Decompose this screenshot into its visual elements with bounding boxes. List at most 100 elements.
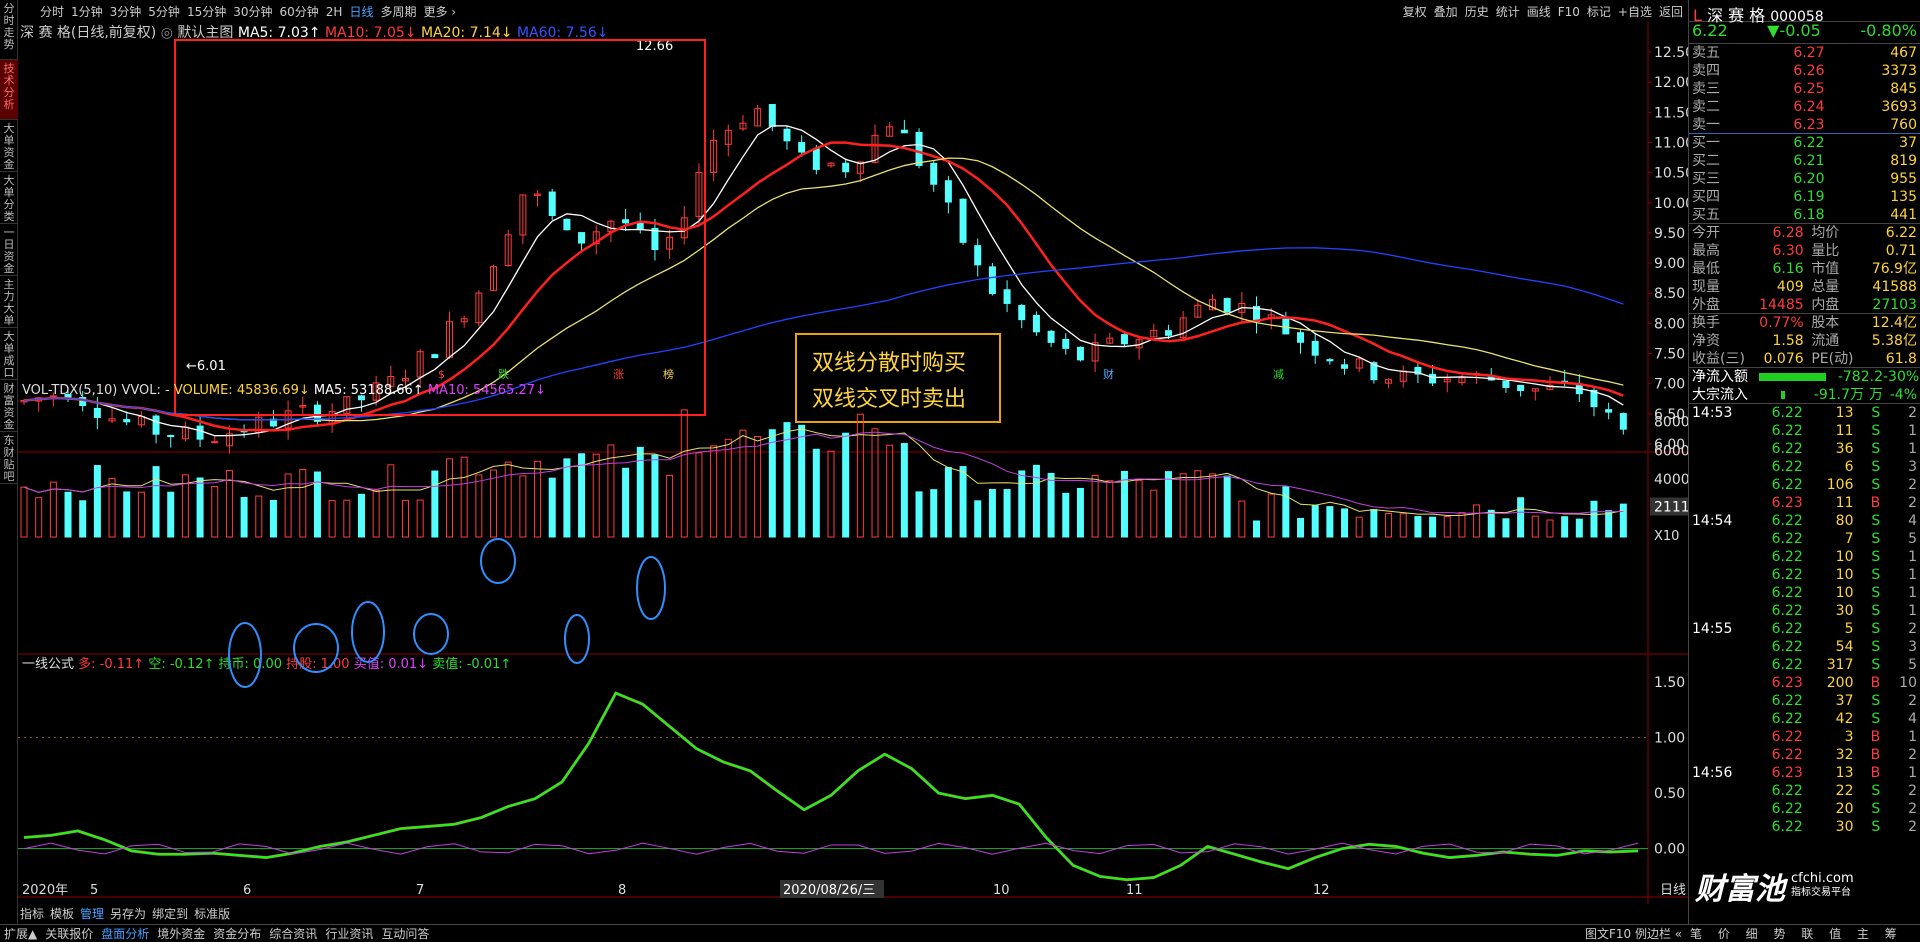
period-tab[interactable]: 1分钟	[71, 5, 103, 19]
toolbar-button[interactable]: 历史	[1465, 5, 1489, 19]
sidebar-tab[interactable]: 财富资金	[0, 380, 18, 432]
event-marker[interactable]: 跌	[498, 367, 509, 381]
bottom-tab[interactable]: 管理	[80, 907, 104, 921]
period-tab[interactable]: 15分钟	[187, 5, 226, 19]
tick-count: 3	[1908, 639, 1917, 655]
sidebar-tab[interactable]: 东财贴吧	[0, 432, 18, 484]
footer-tab[interactable]: 扩展▲	[4, 927, 37, 941]
event-marker[interactable]: 涨	[613, 368, 624, 381]
footer-tab[interactable]: 综合资讯	[269, 927, 317, 941]
period-tab[interactable]: 30分钟	[233, 5, 272, 19]
sidebar-tab[interactable]: 一日资金	[0, 224, 18, 276]
tick-side: S	[1871, 621, 1881, 637]
sidebar-tab[interactable]: 大单资金	[0, 120, 18, 172]
order-book-row: 卖三 6.25 845	[1689, 80, 1920, 98]
tick-volume: 11	[1835, 423, 1854, 439]
tick-row: 6.23 200 B 10	[1689, 674, 1920, 692]
toolbar-button[interactable]: 画线	[1527, 5, 1551, 19]
toolbar-button[interactable]: F10	[1558, 5, 1580, 19]
volume-bar	[431, 470, 439, 538]
bottom-tab[interactable]: 指标	[20, 907, 44, 921]
price-tick: 8.50	[1654, 286, 1685, 302]
stat-label: 最高	[1692, 243, 1720, 259]
period-tab[interactable]: 日线	[349, 5, 373, 19]
sidebar-tab[interactable]: 主力大单	[0, 276, 18, 328]
x-tick: 12	[1313, 883, 1330, 898]
sidebar-tab[interactable]: 分时走势	[0, 0, 18, 60]
event-marker[interactable]: 财	[1103, 367, 1114, 381]
tick-volume: 42	[1835, 711, 1854, 727]
bottom-tab[interactable]: 另存为	[110, 907, 146, 921]
volume-bar	[446, 458, 454, 538]
candle-body	[768, 104, 776, 127]
footer-tab[interactable]: 关联报价	[45, 927, 93, 941]
stat-row: 收益(三) 0.076 PE(动) 61.8	[1689, 350, 1920, 368]
chart-canvas[interactable]: 12.50 12.00 11.50 11.00 10.50 10.00 9.50 9.00 8.…	[18, 22, 1688, 904]
tick-volume: 200	[1826, 675, 1854, 691]
candle-body	[1297, 332, 1305, 343]
tick-row: 6.22 30 S 1	[1689, 602, 1920, 620]
price-tick: 10.50	[1654, 166, 1688, 182]
footer-right-tabs[interactable]: 笔 价 细 势 联 值 主 筹	[1690, 925, 1903, 942]
stat-row: 今开 6.28 均价 6.22	[1689, 224, 1920, 242]
sidebar-tab[interactable]: 大单成口	[0, 328, 18, 380]
tick-count: 1	[1908, 441, 1917, 457]
right-panel: L 深 赛 格 000058 6.22 ▼-0.05 -0.80% 卖五 6.27 467 卖…	[1688, 0, 1920, 925]
period-tab[interactable]: 5分钟	[148, 5, 180, 19]
toolbar-button[interactable]: 复权	[1403, 5, 1427, 19]
period-tab[interactable]: 2H	[326, 5, 343, 19]
volume-bar	[1164, 471, 1172, 538]
tick-side: B	[1870, 729, 1881, 745]
event-marker[interactable]: $	[438, 368, 445, 381]
candle-body	[1003, 289, 1011, 304]
footer-tab[interactable]: 境外资金	[157, 927, 205, 941]
volume-bar	[1458, 512, 1466, 538]
bottom-tab[interactable]: 标准版	[194, 907, 230, 921]
toolbar-button[interactable]: 标记	[1587, 5, 1611, 19]
event-marker[interactable]: 榜	[663, 367, 674, 381]
footer-tab[interactable]: 资金分布	[213, 927, 261, 941]
book-label: 卖五	[1692, 45, 1720, 61]
period-tab[interactable]: 多周期	[380, 5, 416, 19]
event-marker[interactable]: 减	[1273, 368, 1284, 381]
footer-tab[interactable]: 盘面分析	[101, 927, 149, 941]
stat-value: 6.28	[1772, 225, 1804, 241]
toolbar-button[interactable]: 叠加	[1434, 5, 1458, 19]
tick-volume: 36	[1835, 441, 1854, 457]
tick-count: 4	[1908, 513, 1917, 529]
toolbar-button[interactable]: +自选	[1618, 5, 1652, 19]
tick-side: S	[1871, 801, 1881, 817]
book-price: 6.25	[1793, 81, 1825, 97]
footer-right[interactable]: 图文F10 例边栏 «	[1585, 925, 1682, 942]
period-tab[interactable]: 3分钟	[110, 5, 142, 19]
tick-row: 6.22 10 S 1	[1689, 566, 1920, 584]
footer-tab[interactable]: 互动问答	[381, 927, 429, 941]
bottom-tab[interactable]: 模板	[50, 907, 74, 921]
footer-tab[interactable]: 行业资讯	[325, 927, 373, 941]
volume-bar	[812, 448, 820, 538]
bottom-tab[interactable]: 绑定到	[152, 907, 188, 921]
period-tab[interactable]: 更多 ›	[423, 5, 456, 19]
volume-bar	[372, 489, 380, 538]
tick-price: 6.22	[1771, 459, 1803, 475]
ind-tick: 0.50	[1654, 786, 1685, 802]
toolbar-button[interactable]: 返回	[1659, 5, 1683, 19]
tick-time	[1692, 746, 1752, 764]
quote-header: L 深 赛 格 000058	[1689, 0, 1920, 25]
tick-row: 14:53 6.22 13 S 2	[1689, 404, 1920, 422]
stat-label: 总量	[1811, 279, 1840, 295]
tick-count: 2	[1908, 747, 1917, 763]
volume-bar	[196, 477, 204, 538]
tick-volume: 7	[1844, 531, 1854, 547]
period-tab[interactable]: 分时	[40, 5, 64, 19]
volume-bar	[1575, 518, 1583, 538]
candle-body	[900, 129, 908, 134]
tick-row: 14:54 6.22 80 S 4	[1689, 512, 1920, 530]
tick-side: S	[1871, 693, 1881, 709]
period-tab[interactable]: 60分钟	[280, 5, 319, 19]
sidebar-tab[interactable]: 技术分析	[0, 60, 18, 120]
toolbar-button[interactable]: 统计	[1496, 5, 1520, 19]
candle-body	[798, 142, 806, 153]
sidebar-tab[interactable]: 大单分类	[0, 172, 18, 224]
tick-row: 6.22 42 S 4	[1689, 710, 1920, 728]
